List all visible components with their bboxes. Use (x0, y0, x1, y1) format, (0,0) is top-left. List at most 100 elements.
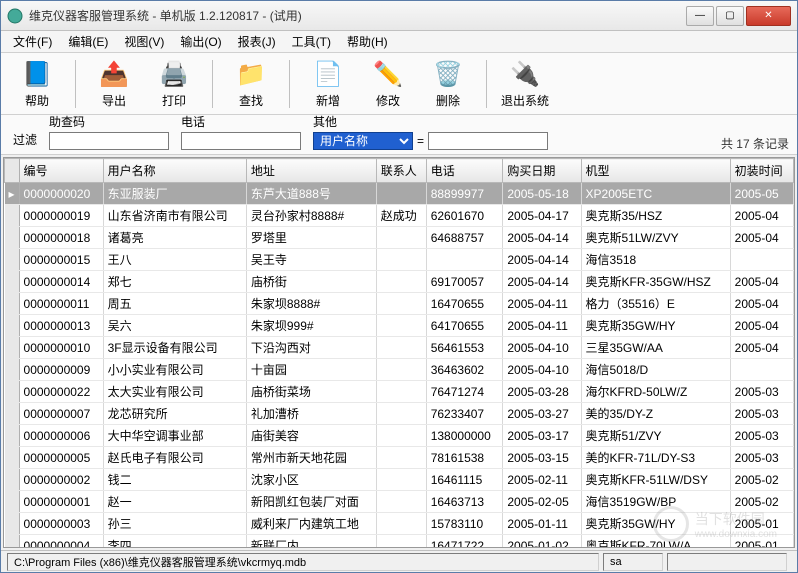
cell-contact[interactable] (376, 183, 426, 205)
cell-address[interactable]: 常州市新天地花园 (246, 447, 376, 469)
minimize-button[interactable]: — (686, 6, 714, 26)
cell-username[interactable]: 李四 (103, 535, 246, 549)
cell-id[interactable]: 0000000018 (19, 227, 103, 249)
cell-installdate[interactable] (730, 359, 793, 381)
cell-username[interactable]: 周五 (103, 293, 246, 315)
cell-buydate[interactable]: 2005-02-11 (503, 469, 581, 491)
table-row[interactable]: 0000000002钱二沈家小区164611152005-02-11奥克斯KFR… (5, 469, 794, 491)
cell-buydate[interactable]: 2005-04-14 (503, 227, 581, 249)
cell-buydate[interactable]: 2005-04-10 (503, 359, 581, 381)
cell-id[interactable]: 0000000002 (19, 469, 103, 491)
cell-model[interactable]: 奥克斯KFR-51LW/DSY (581, 469, 730, 491)
cell-address[interactable]: 威利来厂内建筑工地 (246, 513, 376, 535)
cell-installdate[interactable]: 2005-03 (730, 447, 793, 469)
cell-id[interactable]: 0000000011 (19, 293, 103, 315)
cell-id[interactable]: 0000000003 (19, 513, 103, 535)
mnemonic-input[interactable] (49, 132, 169, 150)
other-value-input[interactable] (428, 132, 548, 150)
cell-buydate[interactable]: 2005-03-15 (503, 447, 581, 469)
cell-phone[interactable]: 64688757 (426, 227, 503, 249)
cell-phone[interactable]: 78161538 (426, 447, 503, 469)
cell-address[interactable]: 庙桥街菜场 (246, 381, 376, 403)
cell-contact[interactable] (376, 425, 426, 447)
cell-contact[interactable] (376, 315, 426, 337)
cell-contact[interactable] (376, 271, 426, 293)
cell-contact[interactable]: 赵成功 (376, 205, 426, 227)
cell-installdate[interactable]: 2005-03 (730, 403, 793, 425)
cell-username[interactable]: 诸葛亮 (103, 227, 246, 249)
new-button[interactable]: 📄新增 (300, 56, 356, 112)
maximize-button[interactable]: ▢ (716, 6, 744, 26)
cell-username[interactable]: 王八 (103, 249, 246, 271)
menu-view[interactable]: 视图(V) (116, 31, 172, 52)
cell-username[interactable]: 太大实业有限公司 (103, 381, 246, 403)
cell-phone[interactable]: 64170655 (426, 315, 503, 337)
other-field-select[interactable]: 用户名称 (313, 132, 413, 150)
cell-username[interactable]: 孙三 (103, 513, 246, 535)
cell-username[interactable]: 赵一 (103, 491, 246, 513)
export-button[interactable]: 📤导出 (86, 56, 142, 112)
cell-installdate[interactable]: 2005-04 (730, 337, 793, 359)
cell-username[interactable]: 3F显示设备有限公司 (103, 337, 246, 359)
menu-tools[interactable]: 工具(T) (284, 31, 339, 52)
cell-contact[interactable] (376, 359, 426, 381)
cell-address[interactable]: 灵台孙家村8888# (246, 205, 376, 227)
cell-model[interactable]: 海信3519GW/BP (581, 491, 730, 513)
cell-username[interactable]: 钱二 (103, 469, 246, 491)
cell-username[interactable]: 山东省济南市有限公司 (103, 205, 246, 227)
table-row[interactable]: 0000000006大中华空调事业部庙街美容1380000002005-03-1… (5, 425, 794, 447)
cell-contact[interactable] (376, 447, 426, 469)
cell-model[interactable]: 奥克斯51LW/ZVY (581, 227, 730, 249)
cell-installdate[interactable]: 2005-01 (730, 513, 793, 535)
table-row[interactable]: 0000000004李四新联厂内164717222005-01-02奥克斯KFR… (5, 535, 794, 549)
menu-edit[interactable]: 编辑(E) (60, 31, 116, 52)
cell-installdate[interactable]: 2005-04 (730, 293, 793, 315)
cell-address[interactable]: 下沿沟西对 (246, 337, 376, 359)
cell-id[interactable]: 0000000009 (19, 359, 103, 381)
cell-phone[interactable]: 62601670 (426, 205, 503, 227)
col-phone[interactable]: 电话 (426, 159, 503, 183)
cell-model[interactable]: 奥克斯KFR-70LW/A (581, 535, 730, 549)
cell-model[interactable]: 奥克斯35GW/HY (581, 315, 730, 337)
cell-contact[interactable] (376, 469, 426, 491)
cell-username[interactable]: 小小实业有限公司 (103, 359, 246, 381)
cell-phone[interactable]: 15783110 (426, 513, 503, 535)
cell-address[interactable]: 礼加漕桥 (246, 403, 376, 425)
cell-address[interactable]: 新联厂内 (246, 535, 376, 549)
cell-model[interactable]: 美的KFR-71L/DY-S3 (581, 447, 730, 469)
table-row[interactable]: 0000000018诸葛亮罗塔里 646887572005-04-14奥克斯51L… (5, 227, 794, 249)
cell-buydate[interactable]: 2005-01-11 (503, 513, 581, 535)
cell-address[interactable]: 朱家坝8888# (246, 293, 376, 315)
cell-username[interactable]: 赵氏电子有限公司 (103, 447, 246, 469)
cell-buydate[interactable]: 2005-03-17 (503, 425, 581, 447)
col-installdate[interactable]: 初装时间 (730, 159, 793, 183)
cell-username[interactable]: 东亚服装厂 (103, 183, 246, 205)
table-row[interactable]: 0000000015王八吴王寺2005-04-14海信3518 (5, 249, 794, 271)
cell-contact[interactable] (376, 337, 426, 359)
table-row[interactable]: 0000000019山东省济南市有限公司灵台孙家村8888#赵成功6260167… (5, 205, 794, 227)
menu-output[interactable]: 输出(O) (172, 31, 229, 52)
cell-username[interactable]: 郑七 (103, 271, 246, 293)
cell-phone[interactable]: 88899977 (426, 183, 503, 205)
cell-model[interactable]: 海信3518 (581, 249, 730, 271)
table-row[interactable]: 0000000003孙三威利来厂内建筑工地157831102005-01-11奥… (5, 513, 794, 535)
cell-installdate[interactable]: 2005-04 (730, 205, 793, 227)
cell-installdate[interactable]: 2005-01 (730, 535, 793, 549)
cell-phone[interactable]: 16463713 (426, 491, 503, 513)
cell-address[interactable]: 庙街美容 (246, 425, 376, 447)
table-row[interactable]: 0000000005赵氏电子有限公司常州市新天地花园781615382005-0… (5, 447, 794, 469)
cell-address[interactable]: 沈家小区 (246, 469, 376, 491)
data-grid[interactable]: 编号 用户名称 地址 联系人 电话 购买日期 机型 初装时间 ▸00000000… (3, 157, 795, 548)
cell-address[interactable]: 新阳凯红包装厂对面 (246, 491, 376, 513)
table-row[interactable]: 0000000011周五朱家坝8888#164706552005-04-11格力… (5, 293, 794, 315)
col-model[interactable]: 机型 (581, 159, 730, 183)
cell-model[interactable]: 格力（35516）E (581, 293, 730, 315)
cell-address[interactable]: 罗塔里 (246, 227, 376, 249)
cell-address[interactable]: 东芦大道888号 (246, 183, 376, 205)
cell-id[interactable]: 0000000020 (19, 183, 103, 205)
cell-phone[interactable] (426, 249, 503, 271)
cell-model[interactable]: 三星35GW/AA (581, 337, 730, 359)
col-contact[interactable]: 联系人 (376, 159, 426, 183)
search-button[interactable]: 📁查找 (223, 56, 279, 112)
cell-model[interactable]: 美的35/DY-Z (581, 403, 730, 425)
